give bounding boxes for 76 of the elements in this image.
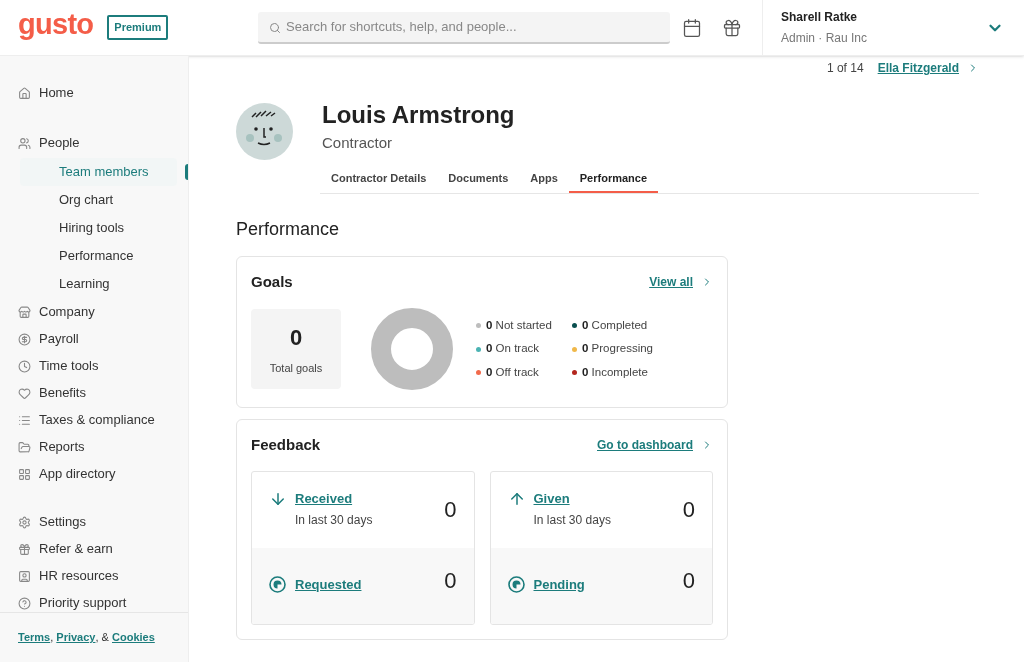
feedback-count: 0	[444, 495, 457, 524]
nav-item[interactable]: Time tools	[0, 353, 188, 379]
pager-position: 1 of 14	[826, 60, 864, 77]
total-goals-label: Total goals	[269, 361, 323, 377]
search-field[interactable]: Search for shortcuts, help, and people...	[258, 11, 670, 44]
clock-icon	[18, 359, 31, 373]
grid-icon	[18, 467, 31, 481]
list-icon	[18, 413, 31, 427]
feedback-link[interactable]: Pending	[533, 574, 683, 595]
period-label: In last 30 days	[533, 512, 612, 529]
feedback-count: 0	[682, 495, 695, 524]
footer-separator: ,	[50, 630, 55, 646]
dollar-icon	[18, 332, 31, 346]
nav-item[interactable]: Priority support	[0, 590, 188, 612]
nav-item[interactable]: Reports	[0, 434, 188, 460]
legend-label: 0 Incomplete	[582, 364, 648, 380]
feedback-count: 0	[682, 567, 695, 595]
legend-label: 0 On track	[486, 341, 540, 357]
nav-item[interactable]: Payroll	[0, 326, 188, 352]
profile-name: Louis Armstrong	[322, 100, 516, 130]
gift-icon	[18, 542, 31, 556]
nav-subitem[interactable]: Team members	[20, 158, 177, 186]
person-card-icon	[18, 569, 31, 583]
tab[interactable]: Performance	[568, 166, 659, 193]
nav-subitem[interactable]: Org chart	[20, 186, 177, 214]
pie-icon	[269, 576, 286, 593]
card-title: Goals	[251, 271, 293, 292]
feedback-count: 0	[444, 567, 457, 595]
card-title: Feedback	[251, 435, 321, 455]
help-icon	[18, 596, 31, 610]
calendar-icon[interactable]	[682, 17, 702, 38]
store-icon	[18, 305, 31, 319]
user-name: Sharell Ratke	[781, 9, 859, 26]
legend-label: 0 Progressing	[582, 341, 653, 357]
home-icon	[18, 86, 31, 100]
total-goals-value: 0	[289, 324, 303, 353]
tab[interactable]: Contractor Details	[320, 166, 438, 193]
search-icon	[269, 21, 281, 34]
tab[interactable]: Documents	[437, 166, 520, 193]
nav-item[interactable]: Taxes & compliance	[0, 407, 188, 433]
nav-item[interactable]: Company	[0, 299, 188, 325]
plan-badge: Premium	[107, 15, 169, 40]
nav-item[interactable]: Settings	[0, 509, 188, 535]
footer-link[interactable]: Cookies	[112, 629, 155, 646]
section-title: Performance	[236, 217, 341, 241]
legend-label: 0 Completed	[582, 318, 648, 334]
nav-item[interactable]: Home	[0, 80, 188, 106]
feedback-link[interactable]: Received	[295, 488, 445, 508]
user-role: Admin · Rau Inc	[781, 30, 869, 47]
nav-subitem[interactable]: Performance	[20, 242, 177, 270]
footer-link[interactable]: Privacy	[56, 629, 96, 646]
nav-item[interactable]: HR resources	[0, 563, 188, 589]
nav-subitem[interactable]: Learning	[20, 270, 177, 298]
nav-item[interactable]: Benefits	[0, 380, 188, 406]
feedback-link[interactable]: Given	[533, 488, 683, 508]
pie-icon	[507, 576, 525, 593]
feedback-link[interactable]: Requested	[295, 574, 445, 595]
dashboard-link[interactable]: Go to dashboard	[597, 436, 713, 455]
legend-label: 0 Not started	[486, 318, 552, 334]
nav-subitem[interactable]: Hiring tools	[20, 214, 177, 242]
footer-separator: , &	[95, 630, 110, 646]
nav-item[interactable]: App directory	[0, 461, 188, 487]
next-person-link[interactable]: Ella Fitzgerald	[877, 59, 979, 77]
people-icon	[18, 136, 31, 150]
tab[interactable]: Apps	[519, 166, 569, 193]
profile-role: Contractor	[322, 133, 394, 153]
nav-item[interactable]: People	[0, 130, 188, 156]
avatar-icon	[236, 103, 293, 160]
view-all-link[interactable]: View all	[649, 272, 713, 291]
gift-icon[interactable]	[722, 17, 742, 38]
nav-item[interactable]: Refer & earn	[0, 536, 188, 562]
legend-label: 0 Off track	[486, 364, 539, 380]
folder-icon	[18, 440, 31, 454]
heart-icon	[18, 386, 31, 400]
settings-icon	[18, 515, 31, 529]
period-label: In last 30 days	[295, 512, 374, 529]
